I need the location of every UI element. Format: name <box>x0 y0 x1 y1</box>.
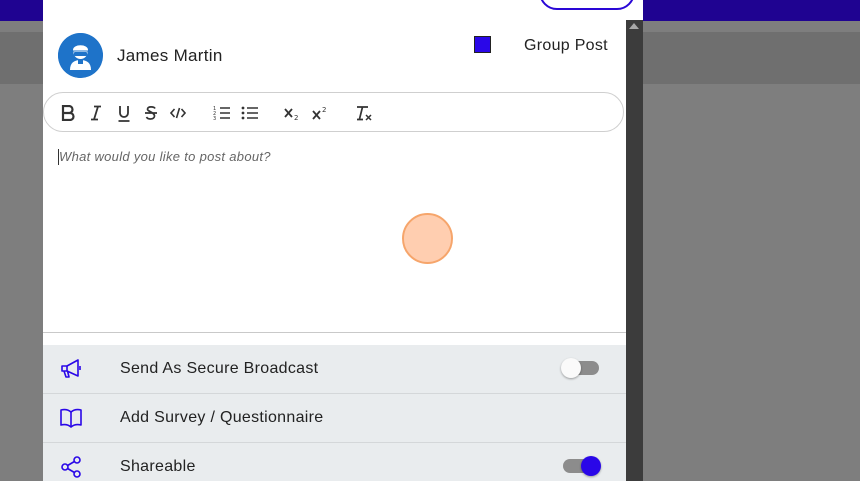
italic-button[interactable] <box>86 101 106 125</box>
share-icon <box>61 456 81 478</box>
bold-icon <box>61 105 75 121</box>
megaphone-icon <box>61 359 81 378</box>
underline-button[interactable] <box>114 101 134 125</box>
option-secure-broadcast[interactable]: Send As Secure Broadcast <box>43 345 626 394</box>
bullet-list-icon <box>241 106 258 120</box>
post-options-list: Send As Secure Broadcast Add Survey / Qu… <box>43 345 626 481</box>
scroll-up-arrow-icon[interactable] <box>629 23 639 29</box>
clear-format-icon <box>357 106 372 121</box>
code-icon <box>170 107 186 119</box>
strikethrough-icon <box>145 106 157 120</box>
shareable-toggle[interactable] <box>563 456 601 476</box>
avatar <box>58 33 103 78</box>
strikethrough-button[interactable] <box>141 101 161 125</box>
group-post-checkbox[interactable] <box>474 36 491 53</box>
superscript-button[interactable]: 2 <box>310 101 330 125</box>
group-post-label: Group Post <box>524 37 608 54</box>
bold-button[interactable] <box>58 101 78 125</box>
subscript-icon: 2 <box>284 108 298 121</box>
italic-icon <box>91 105 101 121</box>
text-caret <box>58 149 59 165</box>
superscript-icon: 2 <box>312 106 326 120</box>
book-icon <box>60 408 82 428</box>
ordered-list-button[interactable]: 123 <box>212 101 232 125</box>
scrollbar[interactable] <box>626 20 643 481</box>
editor-toolbar: 123 2 2 <box>43 92 624 132</box>
code-button[interactable] <box>168 101 188 125</box>
svg-text:2: 2 <box>294 114 298 121</box>
clear-format-button[interactable] <box>354 101 374 125</box>
underline-icon <box>118 105 130 122</box>
option-add-survey[interactable]: Add Survey / Questionnaire <box>43 394 626 443</box>
subscript-button[interactable]: 2 <box>282 101 302 125</box>
user-avatar-icon <box>58 33 103 78</box>
option-label: Send As Secure Broadcast <box>120 360 319 377</box>
post-author-name: James Martin <box>117 46 223 65</box>
secure-broadcast-toggle[interactable] <box>561 358 599 378</box>
click-indicator <box>402 213 453 264</box>
option-shareable[interactable]: Shareable <box>43 443 626 481</box>
option-label: Add Survey / Questionnaire <box>120 409 324 426</box>
modal-header-button[interactable] <box>539 0 635 10</box>
ordered-list-icon: 123 <box>213 106 230 121</box>
bullet-list-button[interactable] <box>240 101 260 125</box>
svg-text:2: 2 <box>322 106 326 114</box>
editor-placeholder: What would you like to post about? <box>59 149 271 164</box>
create-post-modal: James Martin Group Post 123 2 2 What wou… <box>43 0 643 481</box>
option-label: Shareable <box>120 458 196 475</box>
svg-text:3: 3 <box>213 116 216 121</box>
post-editor[interactable]: What would you like to post about? <box>43 134 626 333</box>
